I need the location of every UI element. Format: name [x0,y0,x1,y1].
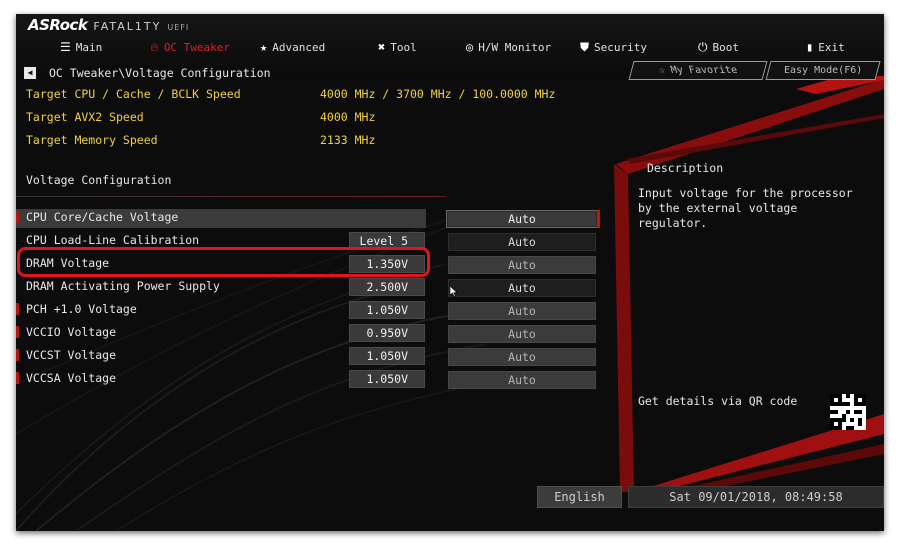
row-marker [16,349,19,361]
setting-row-vccst-voltage[interactable]: VCCST Voltage 1.050V Auto [16,347,884,366]
setting-label: VCCSA Voltage [26,371,117,385]
row-marker [16,303,19,315]
setting-label: PCH +1.0 Voltage [26,302,137,316]
fatality-logo-text: FATAL1TY [93,20,162,33]
dram-voltage-highlight-annotation [17,247,430,277]
tab-advanced[interactable]: ★ Advanced [260,39,325,55]
setting-row-pch-1-0-voltage[interactable]: PCH +1.0 Voltage 1.050V Auto [16,301,884,320]
star-icon: ★ [260,40,268,54]
target-cpu-value: 4000 MHz / 3700 MHz / 100.0000 MHz [320,87,556,101]
setting-value: 2.500V [349,278,425,296]
setting-value: 0.950V [349,324,425,342]
list-icon: ☰ [60,40,71,54]
section-divider [16,196,446,197]
setting-value: 1.050V [349,370,425,388]
back-button[interactable]: ◀ [24,67,36,79]
section-title: Voltage Configuration [26,173,172,187]
star-icon: ☆ [657,65,667,76]
asrock-logo-text: ASRock [28,16,88,34]
row-marker [16,211,19,223]
exit-icon: ▮ [806,40,814,54]
description-text: Input voltage for the processor by the e… [638,186,853,230]
mode-select[interactable]: Auto [448,371,596,389]
mode-select[interactable]: Auto [448,348,596,366]
tab-main[interactable]: ☰ Main [60,39,102,55]
breadcrumb: OC Tweaker\Voltage Configuration [49,66,271,80]
qr-code-label: Get details via QR code [638,394,798,408]
date-time-display: Sat 09/01/2018, 08:49:58 [628,486,884,508]
monitor-icon: ◎ [466,40,474,54]
tab-hw-monitor-label: H/W Monitor [478,40,552,54]
easy-mode-label: Easy Mode(F6) [783,65,863,76]
tab-oc-tweaker-label: OC Tweaker [163,40,231,54]
power-icon: ⏻ [698,39,708,54]
tab-oc-tweaker[interactable]: 🔥︎ OC Tweaker [150,39,230,55]
my-favorite-button[interactable]: ☆ My Favorite [628,61,768,80]
setting-label: VCCIO Voltage [26,325,117,339]
target-avx2-value: 4000 MHz [320,110,376,124]
tab-hw-monitor[interactable]: ◎ H/W Monitor [466,39,551,55]
tab-exit[interactable]: ▮ Exit [806,39,845,55]
tab-boot[interactable]: ⏻ Boot [698,39,739,55]
asrock-fatal1ty-logo: ASRock FATAL1TY UEFI [28,16,190,34]
flame-icon: 🔥︎ [150,39,159,54]
mode-select[interactable]: Auto [448,233,596,251]
tab-main-label: Main [75,40,103,54]
row-marker [16,326,19,338]
mode-select[interactable]: Auto [448,325,596,343]
setting-row-vccsa-voltage[interactable]: VCCSA Voltage 1.050V Auto [16,370,884,389]
mode-select[interactable]: Auto [446,210,600,228]
row-marker [16,372,19,384]
qr-code-icon[interactable] [830,394,866,430]
bios-screen: ASRock FATAL1TY UEFI ☰ Main 🔥︎ OC Tweake… [16,14,884,531]
setting-row-vccio-voltage[interactable]: VCCIO Voltage 0.950V Auto [16,324,884,343]
setting-value: 1.050V [349,347,425,365]
mouse-cursor-icon [450,286,458,297]
setting-value: 1.050V [349,301,425,319]
mode-select[interactable]: Auto [448,279,596,297]
tab-advanced-label: Advanced [272,40,326,54]
setting-label: DRAM Activating Power Supply [26,279,220,293]
description-title: Description [647,161,724,175]
target-memory-value: 2133 MHz [320,133,376,147]
target-avx2-label: Target AVX2 Speed [26,110,144,124]
tab-exit-label: Exit [818,40,845,54]
shield-icon: ⛊ [580,39,590,54]
mode-select[interactable]: Auto [448,302,596,320]
back-arrow-icon: ◀ [27,68,33,77]
easy-mode-button[interactable]: Easy Mode(F6) [765,61,881,80]
tab-tool-label: Tool [390,40,417,54]
wrench-icon: ✖ [378,40,386,54]
uefi-logo-text: UEFI [167,23,190,32]
setting-label: CPU Core/Cache Voltage [26,210,179,224]
tab-tool[interactable]: ✖ Tool [378,39,417,55]
tab-security-label: Security [594,40,647,54]
tab-boot-label: Boot [712,40,740,54]
my-favorite-label: My Favorite [669,65,739,76]
target-cpu-label: Target CPU / Cache / BCLK Speed [26,87,241,101]
language-button[interactable]: English [537,486,622,508]
setting-label: CPU Load-Line Calibration [26,233,200,247]
target-memory-label: Target Memory Speed [26,133,158,147]
tab-security[interactable]: ⛊ Security [580,39,647,55]
mode-select[interactable]: Auto [448,256,596,274]
setting-label: VCCST Voltage [26,348,117,362]
